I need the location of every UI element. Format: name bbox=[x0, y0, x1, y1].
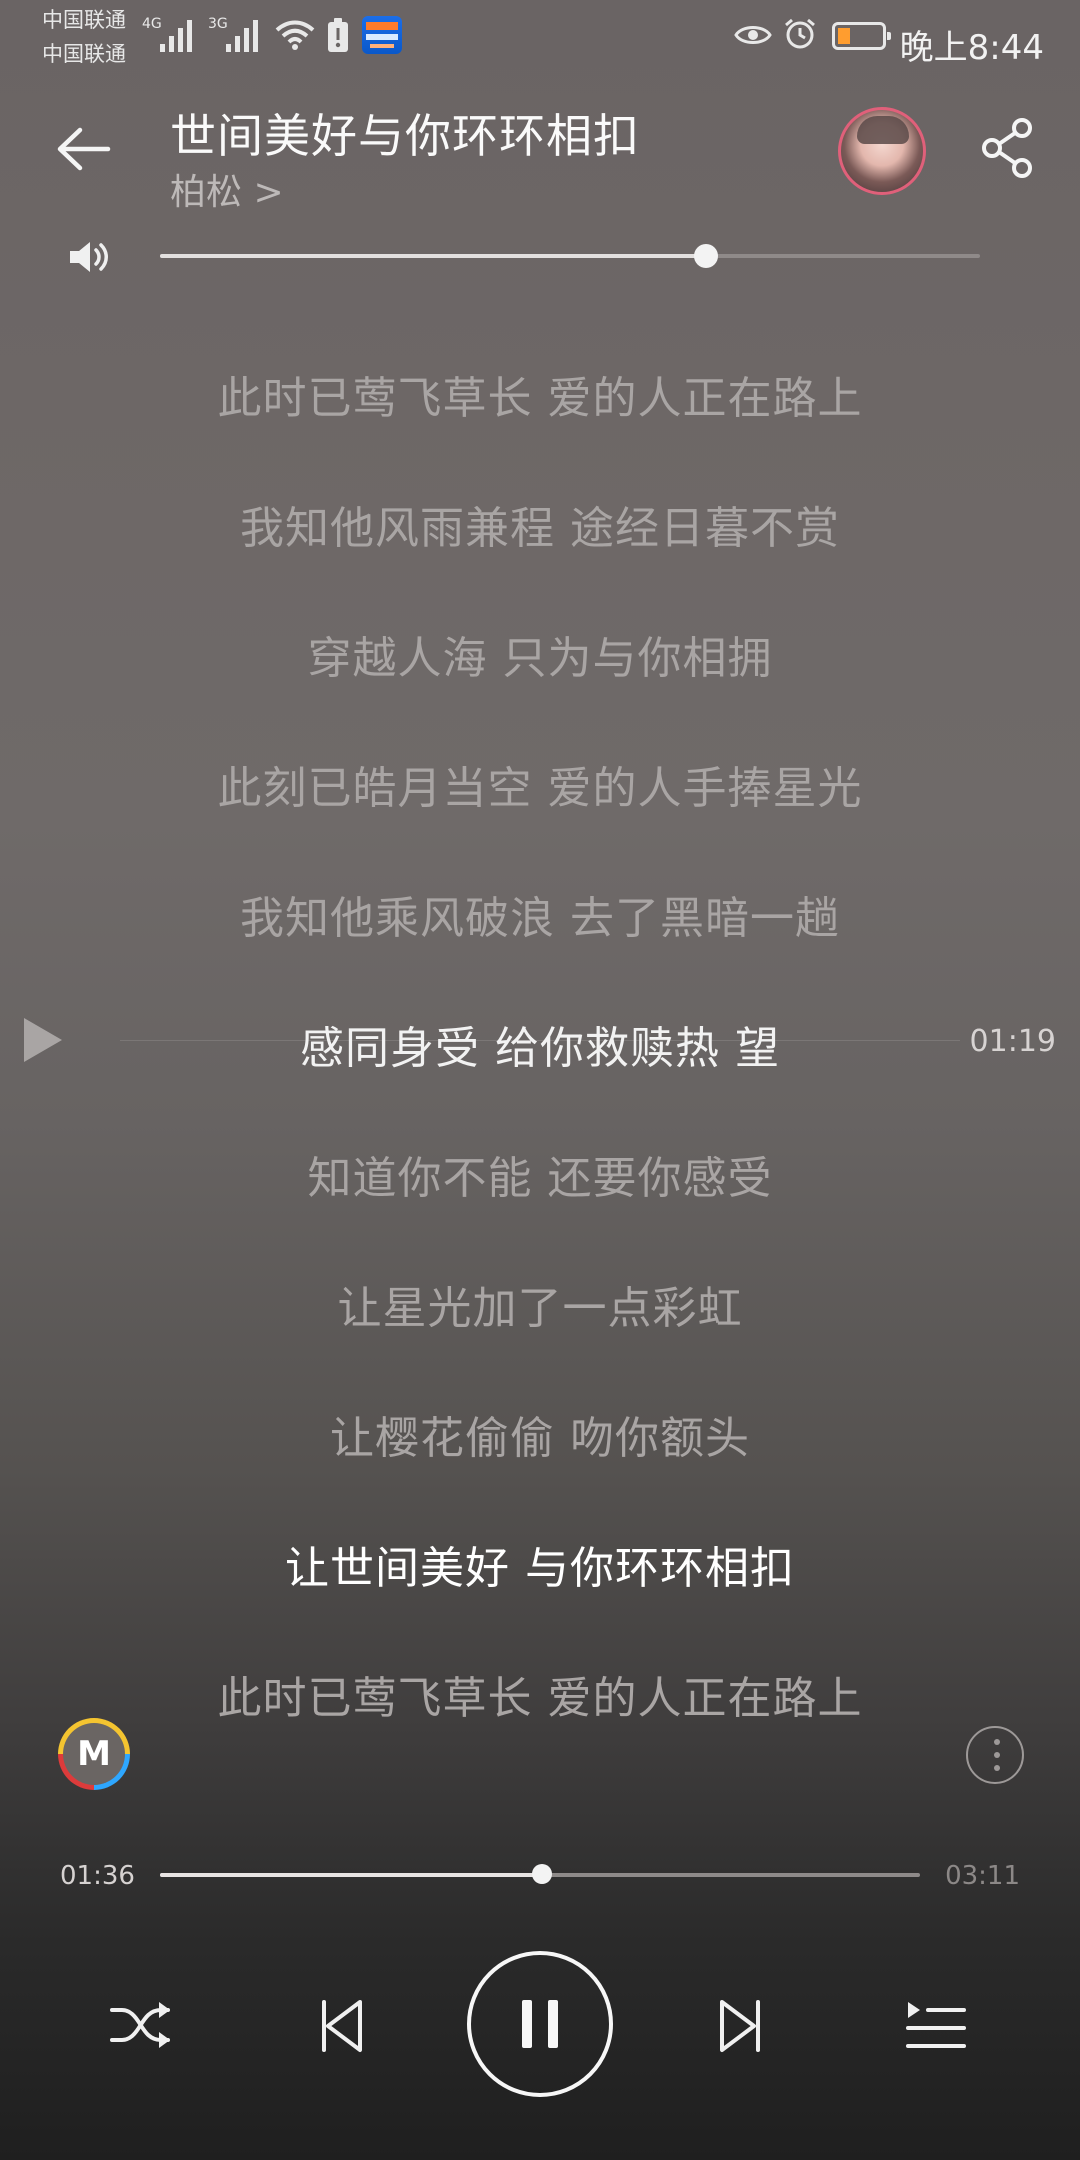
current-time: 01:36 bbox=[60, 1861, 135, 1891]
battery-icon bbox=[832, 22, 891, 50]
artist-link[interactable]: 柏松 > bbox=[170, 163, 284, 215]
signal-icon-2 bbox=[226, 20, 258, 52]
signal-icon-1 bbox=[160, 20, 192, 52]
lyric-line[interactable]: 我知他风雨兼程 途经日暮不赏 bbox=[0, 492, 1080, 556]
alert-icon bbox=[328, 18, 348, 52]
network-label-2: 3G bbox=[208, 16, 228, 32]
volume-icon[interactable] bbox=[66, 234, 112, 280]
lyric-line[interactable]: 此时已莺飞草长 爱的人正在路上 bbox=[0, 362, 1080, 426]
share-icon[interactable] bbox=[974, 114, 1042, 182]
volume-level-fill bbox=[160, 254, 706, 258]
carrier-2: 中国联通 bbox=[42, 42, 126, 66]
app-notification-icon bbox=[362, 16, 402, 54]
lyric-line[interactable]: 我知他乘风破浪 去了黑暗一趟 bbox=[0, 882, 1080, 946]
seek-marker-time: 01:19 bbox=[969, 1024, 1056, 1059]
wifi-icon bbox=[275, 20, 315, 50]
back-arrow-icon[interactable] bbox=[52, 118, 114, 180]
alarm-icon bbox=[785, 18, 815, 49]
more-icon[interactable] bbox=[966, 1726, 1024, 1784]
lyric-line-current[interactable]: 感同身受 给你救赎热 望 bbox=[0, 1012, 1080, 1076]
volume-slider-thumb[interactable] bbox=[694, 244, 718, 268]
progress-thumb[interactable] bbox=[532, 1864, 552, 1884]
song-title: 世间美好与你环环相扣 bbox=[170, 109, 640, 163]
music-app-logo[interactable]: M bbox=[58, 1718, 130, 1790]
lyric-line[interactable]: 此刻已皓月当空 爱的人手捧星光 bbox=[0, 752, 1080, 816]
playlist-icon[interactable] bbox=[900, 1990, 972, 2062]
progress-fill bbox=[160, 1873, 542, 1877]
lyric-line[interactable]: 知道你不能 还要你感受 bbox=[0, 1142, 1080, 1206]
network-label-1: 4G bbox=[142, 16, 162, 32]
pause-icon[interactable] bbox=[464, 1948, 616, 2100]
lyric-line[interactable]: 让星光加了一点彩虹 bbox=[0, 1272, 1080, 1336]
lyric-line[interactable]: 此时已莺飞草长 爱的人正在路上 bbox=[0, 1662, 1080, 1726]
eye-icon bbox=[734, 26, 772, 44]
lyric-line[interactable]: 让樱花偷偷 吻你额头 bbox=[0, 1402, 1080, 1466]
lyric-line-active[interactable]: 让世间美好 与你环环相扣 bbox=[0, 1532, 1080, 1596]
artist-avatar[interactable] bbox=[838, 107, 926, 195]
carrier-1: 中国联通 bbox=[42, 8, 126, 32]
status-time: 晚上8:44 bbox=[899, 28, 1044, 68]
shuffle-icon[interactable] bbox=[106, 1990, 178, 2062]
logo-letter: M bbox=[77, 1734, 111, 1774]
total-time: 03:11 bbox=[945, 1861, 1020, 1891]
next-icon[interactable] bbox=[704, 1990, 776, 2062]
previous-icon[interactable] bbox=[306, 1990, 378, 2062]
lyric-line[interactable]: 穿越人海 只为与你相拥 bbox=[0, 622, 1080, 686]
